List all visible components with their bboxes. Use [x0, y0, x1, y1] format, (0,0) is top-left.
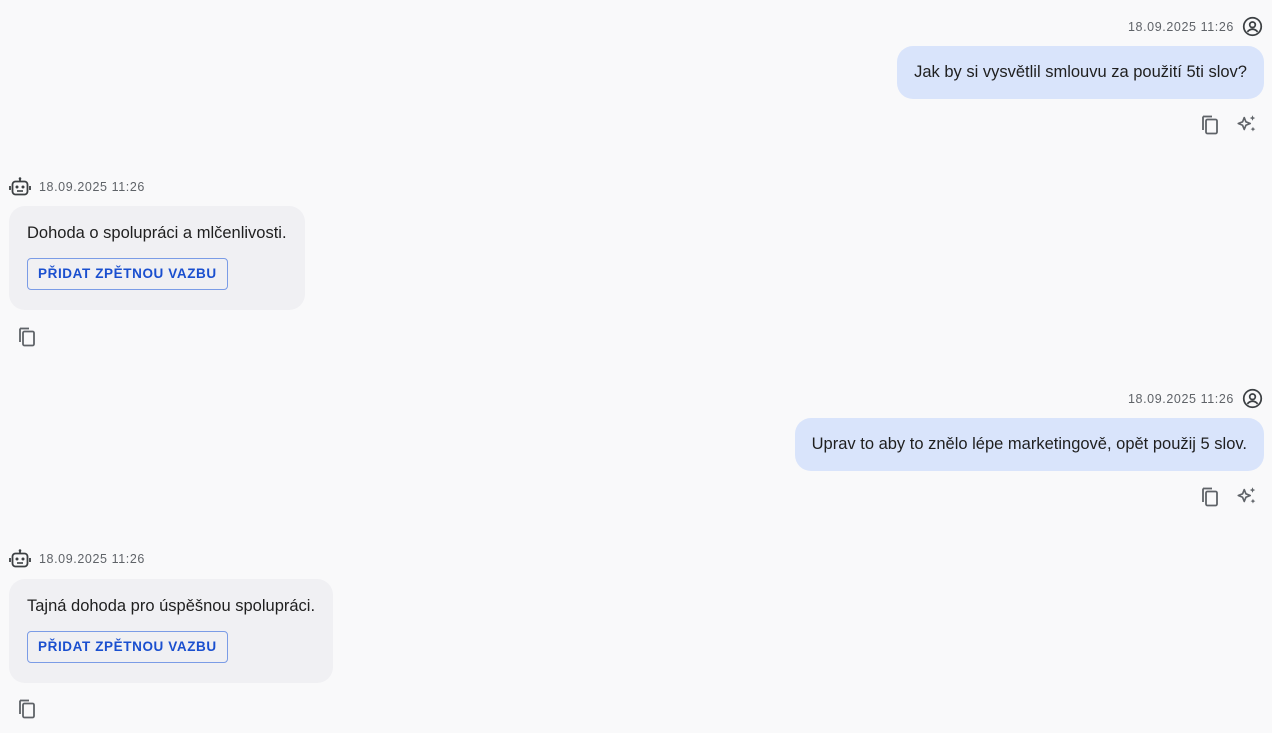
- improve-button[interactable]: [1236, 113, 1258, 135]
- bot-message-actions: [15, 697, 37, 719]
- copy-icon: [1199, 113, 1220, 135]
- add-feedback-button[interactable]: PŘIDAT ZPĚTNOU VAZBU: [27, 258, 228, 290]
- add-feedback-button[interactable]: PŘIDAT ZPĚTNOU VAZBU: [27, 631, 228, 663]
- copy-button[interactable]: [15, 325, 37, 347]
- copy-button[interactable]: [15, 697, 37, 719]
- improve-button[interactable]: [1236, 485, 1258, 507]
- robot-icon: [9, 177, 31, 197]
- message-timestamp: 18.09.2025 11:26: [1128, 391, 1234, 406]
- user-message-bubble: Uprav to aby to znělo lépe marketingově,…: [794, 418, 1264, 471]
- copy-icon: [16, 697, 37, 719]
- bot-message-meta: 18.09.2025 11:26: [9, 177, 145, 197]
- user-message-actions: [1198, 485, 1258, 507]
- copy-button[interactable]: [1198, 485, 1220, 507]
- user-message-meta: 18.09.2025 11:26: [1128, 388, 1263, 409]
- bot-message-actions: [15, 325, 37, 347]
- copy-icon: [16, 325, 37, 347]
- bot-message-bubble: Tajná dohoda pro úspěšnou spolupráci. PŘ…: [9, 579, 334, 683]
- bot-message-bubble: Dohoda o spolupráci a mlčenlivosti. PŘID…: [9, 206, 305, 310]
- user-message-bubble: Jak by si vysvětlil smlouvu za použití 5…: [897, 46, 1264, 99]
- message-timestamp: 18.09.2025 11:26: [1128, 19, 1234, 34]
- message-timestamp: 18.09.2025 11:26: [39, 180, 145, 194]
- chat-thread: 18.09.2025 11:26 Jak by si vysvětlil sml…: [0, 0, 1272, 733]
- user-message-actions: [1198, 113, 1258, 135]
- user-avatar-icon: [1242, 388, 1263, 409]
- user-message-meta: 18.09.2025 11:26: [1128, 16, 1263, 37]
- message-text: Dohoda o spolupráci a mlčenlivosti.: [27, 224, 287, 242]
- copy-icon: [1199, 485, 1220, 507]
- bot-message-meta: 18.09.2025 11:26: [9, 549, 145, 569]
- robot-icon: [9, 549, 31, 569]
- copy-button[interactable]: [1198, 113, 1220, 135]
- message-timestamp: 18.09.2025 11:26: [39, 552, 145, 566]
- message-text: Tajná dohoda pro úspěšnou spolupráci.: [27, 597, 316, 615]
- sparkle-icon: [1236, 485, 1258, 507]
- message-text: Uprav to aby to znělo lépe marketingově,…: [811, 435, 1247, 453]
- sparkle-icon: [1236, 113, 1258, 135]
- message-text: Jak by si vysvětlil smlouvu za použití 5…: [914, 63, 1247, 81]
- user-avatar-icon: [1242, 16, 1263, 37]
